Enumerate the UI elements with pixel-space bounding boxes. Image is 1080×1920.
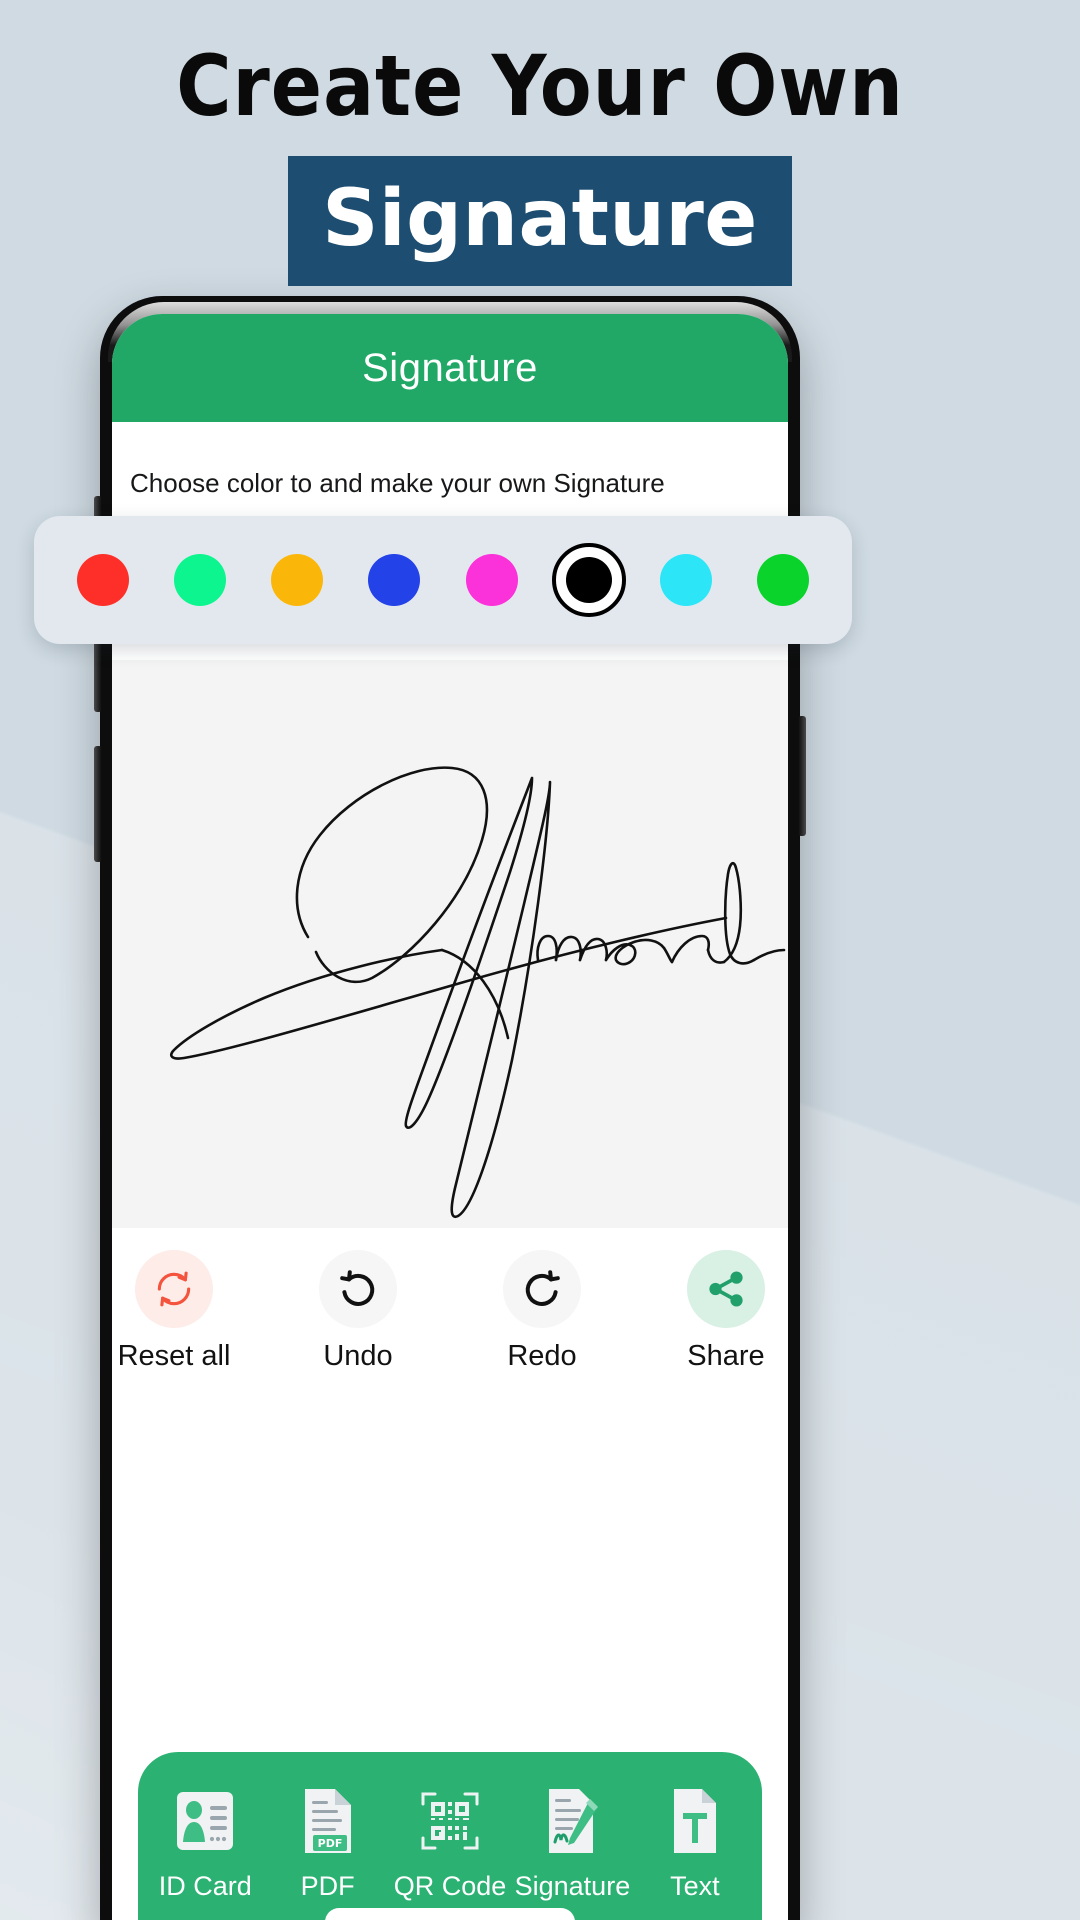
- color-swatch-amber-dot: [271, 554, 324, 606]
- nav-item-text[interactable]: Text: [634, 1779, 756, 1902]
- home-indicator: [325, 1908, 575, 1920]
- color-swatch-cyan[interactable]: [649, 543, 723, 617]
- reset-icon: [157, 1271, 191, 1307]
- share-label: Share: [687, 1340, 765, 1372]
- redo-icon: [525, 1270, 560, 1306]
- reset-all-button[interactable]: Reset all: [112, 1250, 236, 1373]
- undo-icon: [340, 1270, 375, 1306]
- color-swatch-spring-green-dot: [173, 554, 226, 606]
- nav-label-text: Text: [670, 1870, 720, 1901]
- signature-drawing: [170, 766, 786, 1219]
- color-swatch-red[interactable]: [66, 543, 140, 617]
- qr-code-icon: [389, 1779, 511, 1863]
- reset-icon-circle: [135, 1250, 213, 1328]
- share-icon: [709, 1271, 743, 1307]
- color-swatch-blue-dot: [368, 554, 421, 606]
- undo-label: Undo: [323, 1340, 393, 1372]
- nav-item-id-card[interactable]: ID Card: [144, 1779, 266, 1902]
- promo-badge-wrap: Signature: [0, 156, 1080, 286]
- signature-canvas[interactable]: [112, 660, 788, 1228]
- color-swatch-green[interactable]: [746, 543, 820, 617]
- redo-label: Redo: [507, 1340, 577, 1372]
- promo-headline-line1: Create Your Own: [176, 37, 904, 135]
- nav-label-id-card: ID Card: [158, 1870, 252, 1901]
- bottom-navigation-bar: ID Card PDF PDF QR Code Signature Text: [138, 1752, 762, 1920]
- reset-all-label: Reset all: [117, 1340, 231, 1372]
- promo-headline: Create Your Own Signature: [0, 0, 1080, 286]
- promo-badge: Signature: [288, 156, 792, 286]
- nav-label-qr-code: QR Code: [393, 1870, 507, 1901]
- undo-icon-circle: [319, 1250, 397, 1328]
- redo-icon-circle: [503, 1250, 581, 1328]
- app-bar: Signature: [112, 314, 788, 422]
- undo-button[interactable]: Undo: [296, 1250, 420, 1373]
- color-swatch-magenta-dot: [465, 554, 518, 606]
- text-file-icon: [634, 1779, 756, 1863]
- nav-item-signature[interactable]: Signature: [511, 1779, 633, 1902]
- nav-item-pdf[interactable]: PDF PDF: [266, 1779, 388, 1902]
- svg-text:PDF: PDF: [317, 1837, 342, 1850]
- pdf-file-icon: PDF: [266, 1779, 388, 1863]
- nav-label-pdf: PDF: [300, 1870, 355, 1901]
- action-toolbar: Reset all Undo Redo Share: [112, 1228, 788, 1418]
- signature-document-icon: [511, 1779, 633, 1863]
- color-swatch-amber[interactable]: [260, 543, 334, 617]
- color-swatch-green-dot: [757, 554, 810, 606]
- nav-item-qr-code[interactable]: QR Code: [389, 1779, 511, 1902]
- color-swatch-cyan-dot: [660, 554, 713, 606]
- share-button[interactable]: Share: [664, 1250, 788, 1373]
- color-swatch-magenta[interactable]: [455, 543, 529, 617]
- id-card-icon: [144, 1779, 266, 1863]
- nav-label-signature: Signature: [514, 1870, 631, 1901]
- color-picker-bar: [34, 516, 852, 644]
- color-swatch-blue[interactable]: [357, 543, 431, 617]
- phone-side-button-power: [798, 716, 806, 836]
- color-swatch-black-selected[interactable]: [551, 543, 626, 617]
- color-swatch-black-dot: [565, 557, 612, 603]
- redo-button[interactable]: Redo: [480, 1250, 604, 1373]
- share-icon-circle: [687, 1250, 765, 1328]
- color-swatch-red-dot: [76, 554, 129, 606]
- app-bar-title: Signature: [362, 345, 538, 390]
- color-swatch-spring-green[interactable]: [163, 543, 237, 617]
- phone-side-button-volume-down: [94, 746, 102, 862]
